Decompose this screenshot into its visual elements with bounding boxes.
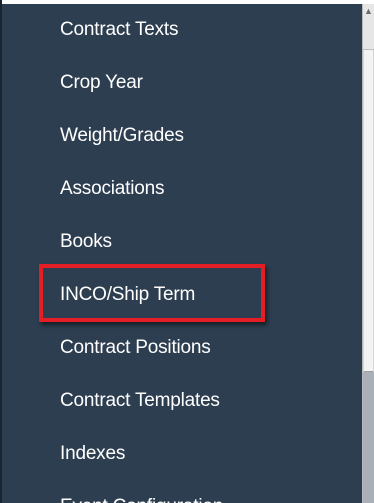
menu-item-contract-positions[interactable]: Contract Positions [60, 328, 211, 368]
menu-item-books[interactable]: Books [60, 222, 112, 262]
vertical-scrollbar[interactable]: ▲ [362, 4, 374, 503]
menu-list: Contract Texts Crop Year Weight/Grades A… [0, 4, 362, 503]
menu-item-event-configuration[interactable]: Event Configuration [60, 487, 223, 503]
menu-item-contract-templates[interactable]: Contract Templates [60, 381, 220, 421]
scrollbar-track[interactable] [363, 372, 374, 503]
scrollbar-thumb[interactable] [364, 50, 373, 372]
menu-item-inco-ship-term[interactable]: INCO/Ship Term [60, 275, 195, 315]
menu-item-contract-texts[interactable]: Contract Texts [60, 10, 178, 50]
navigation-panel: Contract Texts Crop Year Weight/Grades A… [0, 0, 374, 503]
scroll-up-arrow-icon[interactable]: ▲ [363, 4, 374, 50]
menu-item-indexes[interactable]: Indexes [60, 434, 125, 474]
menu-item-crop-year[interactable]: Crop Year [60, 63, 143, 103]
menu-item-associations[interactable]: Associations [60, 169, 164, 209]
menu-item-weight-grades[interactable]: Weight/Grades [60, 116, 184, 156]
